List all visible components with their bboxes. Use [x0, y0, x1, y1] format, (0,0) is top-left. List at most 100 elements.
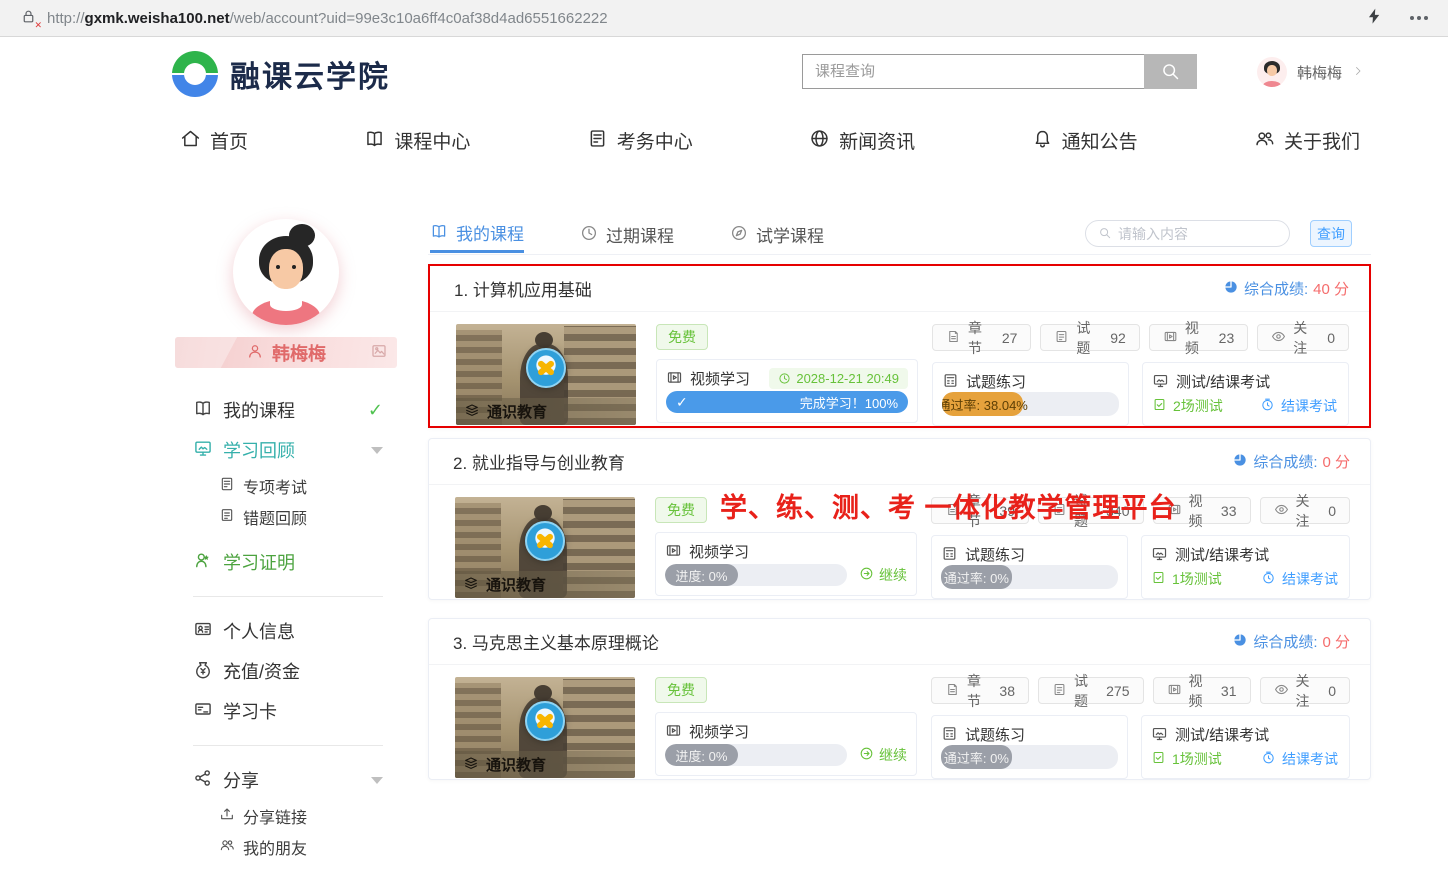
logo-icon: [172, 51, 218, 97]
eye-icon: [1274, 682, 1289, 699]
composite-score: 综合成绩: 40 分: [1223, 278, 1349, 299]
export-icon: [219, 806, 235, 825]
eye-icon: [1274, 502, 1289, 519]
course-thumbnail[interactable]: 通识教育: [456, 324, 636, 425]
sidebar-item-friends[interactable]: 我的朋友: [193, 831, 397, 862]
continue-link[interactable]: 继续: [859, 565, 907, 585]
sidebar-label: 分享链接: [243, 804, 307, 828]
course-search-input[interactable]: [802, 54, 1144, 89]
test-icon: [1152, 397, 1167, 414]
user-menu[interactable]: 韩梅梅: [1257, 57, 1364, 87]
course-card-1: 1. 计算机应用基础 综合成绩: 40 分 通识教育 免费 视频学习 2028-…: [428, 264, 1371, 428]
card-icon: [193, 699, 213, 723]
course-stats: 章节27 试题92 视频23 关注0: [932, 324, 1349, 351]
nav-label: 关于我们: [1284, 127, 1360, 154]
sidebar-item-share-link[interactable]: 分享链接: [193, 800, 397, 831]
bell-icon: [1032, 128, 1053, 152]
nav-item-about[interactable]: 关于我们: [1254, 127, 1360, 154]
tests-link[interactable]: 1场测试: [1151, 749, 1222, 769]
sidebar-item-wrong-review[interactable]: 错题回顾: [193, 501, 397, 532]
nav-item-news[interactable]: 新闻资讯: [809, 127, 915, 154]
nav-item-notice[interactable]: 通知公告: [1032, 127, 1138, 154]
divider: [193, 596, 383, 597]
final-exam-link[interactable]: 结课考试: [1260, 396, 1337, 416]
score-label: 综合成绩:: [1253, 451, 1317, 472]
final-exam-link[interactable]: 结课考试: [1261, 749, 1338, 769]
stopwatch-icon: [1261, 750, 1276, 767]
sidebar-menu: 我的课程 ✓ 学习回顾 专项考试 错题回顾 学习证明 个人信息 充值/资金: [175, 390, 397, 862]
book-icon: [430, 222, 448, 243]
tab-trial-courses[interactable]: 试学课程: [730, 215, 824, 253]
sidebar-item-share[interactable]: 分享: [193, 760, 397, 800]
course-thumbnail[interactable]: 通识教育: [455, 677, 635, 778]
eye-icon: [1271, 329, 1286, 346]
video-study-box: 视频学习 2028-12-21 20:49 ✓ 完成学习！100%: [656, 359, 918, 423]
stat-followers: 关注0: [1257, 324, 1349, 351]
clock-icon: [580, 224, 598, 245]
exam-paper-icon: [587, 128, 608, 152]
stat-questions: 试题92: [1040, 324, 1139, 351]
course-search-button[interactable]: [1144, 54, 1197, 89]
final-exam-link[interactable]: 结课考试: [1261, 569, 1338, 589]
test-icon: [1151, 750, 1166, 767]
document-icon: [219, 507, 235, 526]
url-path: /web/account?uid=99e3c10a6ff4c0af38d4ad6…: [230, 10, 608, 27]
sidebar-label: 充值/资金: [223, 658, 300, 684]
tab-my-courses[interactable]: 我的课程: [430, 215, 524, 253]
promo-watermark: 学、练、测、考 一体化教学管理平台: [720, 486, 1177, 525]
query-button[interactable]: 查询: [1310, 220, 1352, 247]
insecure-lock-icon[interactable]: [20, 8, 37, 28]
logo[interactable]: 融课云学院: [172, 51, 390, 97]
nav-label: 通知公告: [1062, 127, 1138, 154]
tab-expired-courses[interactable]: 过期课程: [580, 215, 674, 253]
practice-box: 试题练习 通过率: 0%: [931, 715, 1128, 779]
video-icon: [1167, 682, 1182, 699]
box-title: 测试/结课考试: [1175, 724, 1269, 745]
main-nav: 首页 课程中心 考务中心 新闻资讯 通知公告 关于我们: [180, 113, 1360, 168]
sidebar-item-profile[interactable]: 个人信息: [193, 611, 397, 651]
course-title: 3. 马克思主义基本原理概论: [453, 629, 659, 654]
certificate-icon: [193, 550, 213, 574]
sidebar-item-review[interactable]: 学习回顾: [193, 430, 397, 470]
video-icon: [666, 369, 683, 389]
stat-questions: 试题275: [1038, 677, 1144, 704]
address-bar[interactable]: http://gxmk.weisha100.net/web/account?ui…: [47, 10, 608, 27]
course-thumbnail[interactable]: 通识教育: [455, 497, 635, 598]
sidebar-label: 学习证明: [223, 549, 295, 575]
nav-item-course-center[interactable]: 课程中心: [364, 127, 470, 154]
sidebar-item-special-exam[interactable]: 专项考试: [193, 470, 397, 501]
image-icon[interactable]: [370, 342, 388, 363]
sidebar-item-study-card[interactable]: 学习卡: [193, 691, 397, 731]
video-icon: [665, 542, 682, 562]
video-progress-bar: ✓ 完成学习！100%: [666, 391, 908, 413]
profile-name-banner[interactable]: 韩梅梅: [175, 337, 397, 368]
score-value: 0 分: [1322, 631, 1350, 652]
sidebar-item-certificate[interactable]: 学习证明: [193, 542, 397, 582]
score-label: 综合成绩:: [1253, 631, 1317, 652]
layers-icon: [464, 402, 480, 421]
tests-link[interactable]: 1场测试: [1151, 569, 1222, 589]
people-icon: [1254, 128, 1275, 152]
continue-link[interactable]: 继续: [859, 745, 907, 765]
stat-followers: 关注0: [1260, 677, 1351, 704]
content-search: 查询: [1085, 220, 1352, 247]
tab-label: 过期课程: [606, 222, 674, 247]
box-title: 试题练习: [965, 724, 1025, 745]
nav-item-exam-center[interactable]: 考务中心: [587, 127, 693, 154]
flash-icon[interactable]: [1365, 7, 1384, 30]
deadline-badge: 2028-12-21 20:49: [769, 368, 908, 389]
layers-icon: [463, 575, 479, 594]
tests-link[interactable]: 2场测试: [1152, 396, 1223, 416]
browser-menu-icon[interactable]: [1410, 16, 1428, 20]
arrow-circle-icon: [859, 746, 874, 763]
box-title: 测试/结课考试: [1175, 544, 1269, 565]
content-search-input[interactable]: [1118, 226, 1299, 242]
monitor-icon: [193, 438, 213, 462]
stat-videos: 视频23: [1149, 324, 1248, 351]
pie-chart-icon: [1232, 632, 1248, 651]
question-icon: [1052, 682, 1067, 699]
sidebar-item-funds[interactable]: 充值/资金: [193, 651, 397, 691]
nav-item-home[interactable]: 首页: [180, 127, 248, 154]
calculator-icon: [941, 725, 958, 745]
sidebar-item-my-courses[interactable]: 我的课程 ✓: [193, 390, 397, 430]
